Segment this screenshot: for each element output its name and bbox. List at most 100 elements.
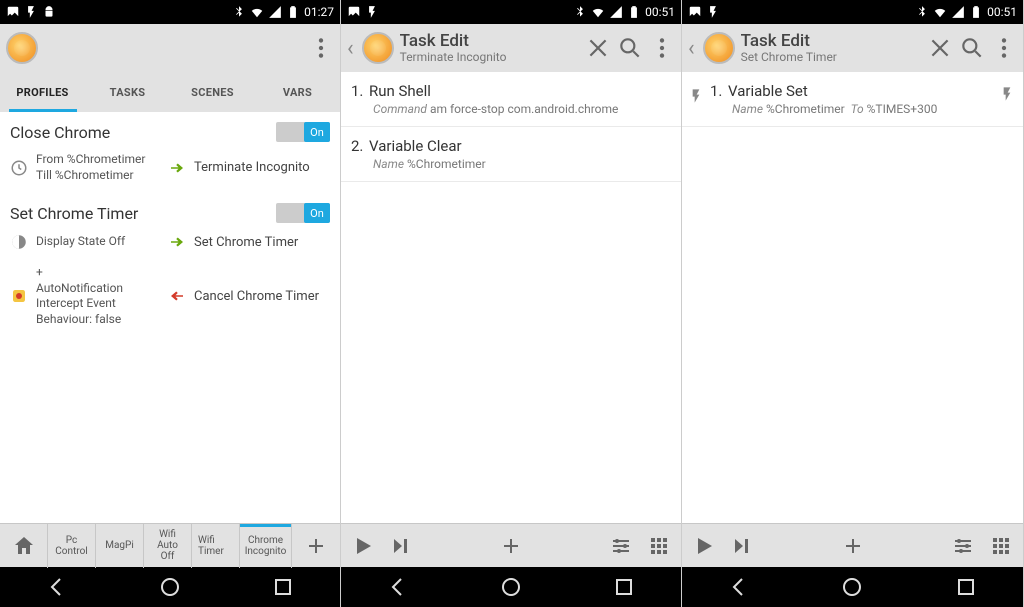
battery-icon xyxy=(627,5,641,19)
condition-text: From %Chrometimer Till %Chrometimer xyxy=(36,152,145,183)
profile-row[interactable]: From %Chrometimer Till %Chrometimer Term… xyxy=(0,148,340,193)
action-detail: am force-stop com.android.chrome xyxy=(430,102,618,116)
task-link[interactable]: Cancel Chrome Timer xyxy=(194,289,319,304)
settings-sliders-icon[interactable] xyxy=(951,534,975,558)
tab-tasks[interactable]: TASKS xyxy=(85,72,170,112)
nav-recents-button[interactable] xyxy=(954,575,978,599)
flash-icon xyxy=(999,86,1015,106)
page-subtitle: Terminate Incognito xyxy=(400,51,579,64)
tasker-app-icon xyxy=(362,32,394,64)
back-button[interactable]: ‹ xyxy=(688,36,697,61)
task-action-row[interactable]: 2.Variable Clear Name %Chrometimer xyxy=(341,127,681,182)
nav-back-button[interactable] xyxy=(727,575,751,599)
step-button[interactable] xyxy=(730,534,754,558)
android-navbar xyxy=(341,567,681,607)
action-detail: %Chrometimer xyxy=(407,157,486,171)
add-project-button[interactable] xyxy=(292,524,340,568)
play-button[interactable] xyxy=(692,534,716,558)
nav-home-button[interactable] xyxy=(499,575,523,599)
back-button[interactable]: ‹ xyxy=(347,36,356,61)
search-button[interactable] xyxy=(617,35,643,61)
project-tab[interactable]: MagPi xyxy=(96,524,144,568)
overflow-menu-icon[interactable] xyxy=(649,35,675,61)
image-icon xyxy=(347,5,361,19)
nav-home-button[interactable] xyxy=(840,575,864,599)
tab-scenes[interactable]: SCENES xyxy=(170,72,255,112)
tasker-app-icon xyxy=(703,32,735,64)
bluetooth-icon xyxy=(232,5,246,19)
action-name: Variable Set xyxy=(728,82,808,100)
action-name: Run Shell xyxy=(369,82,431,100)
action-name: Variable Clear xyxy=(369,137,462,155)
wifi-icon xyxy=(250,5,264,19)
page-title: Task Edit xyxy=(741,32,921,51)
flash-icon xyxy=(706,5,720,19)
autonotif-icon xyxy=(10,287,28,305)
profile-title[interactable]: Close Chrome xyxy=(10,123,110,142)
signal-icon xyxy=(609,5,623,19)
condition-text: Display State Off xyxy=(36,234,125,250)
statusbar: 01:27 xyxy=(0,0,340,24)
battery-icon xyxy=(286,5,300,19)
project-tab[interactable]: Pc Control xyxy=(48,524,96,568)
grid-icon[interactable] xyxy=(647,534,671,558)
bluetooth-icon xyxy=(915,5,929,19)
wifi-icon xyxy=(591,5,605,19)
display-icon xyxy=(10,233,28,251)
tab-profiles[interactable]: PROFILES xyxy=(0,72,85,112)
action-detail: %Chrometimer xyxy=(766,102,845,116)
close-button[interactable] xyxy=(927,35,953,61)
tab-vars[interactable]: VARS xyxy=(255,72,340,112)
statusbar-time: 00:51 xyxy=(987,5,1017,19)
search-button[interactable] xyxy=(959,35,985,61)
add-action-button[interactable] xyxy=(841,534,865,558)
statusbar-time: 01:27 xyxy=(304,5,334,19)
arrow-right-icon xyxy=(168,159,186,177)
project-tab[interactable]: Wifi Timer xyxy=(192,524,240,568)
task-link[interactable]: Terminate Incognito xyxy=(194,160,310,175)
signal-icon xyxy=(951,5,965,19)
battery-icon xyxy=(969,5,983,19)
profile-toggle[interactable] xyxy=(276,203,330,223)
project-tabs-bar: Pc Control MagPi Wifi Auto Off Wifi Time… xyxy=(0,523,340,567)
arrow-right-icon xyxy=(168,233,186,251)
task-edit-header: ‹ Task Edit Set Chrome Timer xyxy=(682,24,1023,72)
tasker-app-icon xyxy=(6,32,38,64)
profile-row[interactable]: + AutoNotification Intercept Event Behav… xyxy=(0,261,340,337)
condition-text: + AutoNotification Intercept Event Behav… xyxy=(36,265,160,327)
home-project-tab[interactable] xyxy=(0,524,48,568)
nav-home-button[interactable] xyxy=(158,575,182,599)
bluetooth-icon xyxy=(573,5,587,19)
play-button[interactable] xyxy=(351,534,375,558)
task-link[interactable]: Set Chrome Timer xyxy=(194,235,298,250)
project-tab[interactable]: Wifi Auto Off xyxy=(144,524,192,568)
project-tab[interactable]: Chrome Incognito xyxy=(240,524,292,568)
nav-recents-button[interactable] xyxy=(271,575,295,599)
image-icon xyxy=(6,5,20,19)
flash-icon xyxy=(24,5,38,19)
overflow-menu-icon[interactable] xyxy=(308,35,334,61)
statusbar-time: 00:51 xyxy=(645,5,675,19)
add-action-button[interactable] xyxy=(499,534,523,558)
page-title: Task Edit xyxy=(400,32,579,51)
settings-sliders-icon[interactable] xyxy=(609,534,633,558)
profile-row[interactable]: Display State Off Set Chrome Timer xyxy=(0,229,340,261)
statusbar: 00:51 xyxy=(682,0,1023,24)
android-navbar xyxy=(0,567,340,607)
task-action-row[interactable]: 1.Variable Set Name %Chrometimer To %TIM… xyxy=(682,72,1023,127)
app-header xyxy=(0,24,340,72)
nav-back-button[interactable] xyxy=(45,575,69,599)
home-icon xyxy=(12,534,36,558)
nav-recents-button[interactable] xyxy=(612,575,636,599)
signal-icon xyxy=(268,5,282,19)
profiles-list: Close Chrome From %Chrometimer Till %Chr… xyxy=(0,112,340,523)
profile-toggle[interactable] xyxy=(276,122,330,142)
nav-back-button[interactable] xyxy=(386,575,410,599)
overflow-menu-icon[interactable] xyxy=(991,35,1017,61)
grid-icon[interactable] xyxy=(989,534,1013,558)
task-edit-header: ‹ Task Edit Terminate Incognito xyxy=(341,24,681,72)
profile-title[interactable]: Set Chrome Timer xyxy=(10,204,138,223)
task-action-row[interactable]: 1.Run Shell Command am force-stop com.an… xyxy=(341,72,681,127)
step-button[interactable] xyxy=(389,534,413,558)
close-button[interactable] xyxy=(585,35,611,61)
